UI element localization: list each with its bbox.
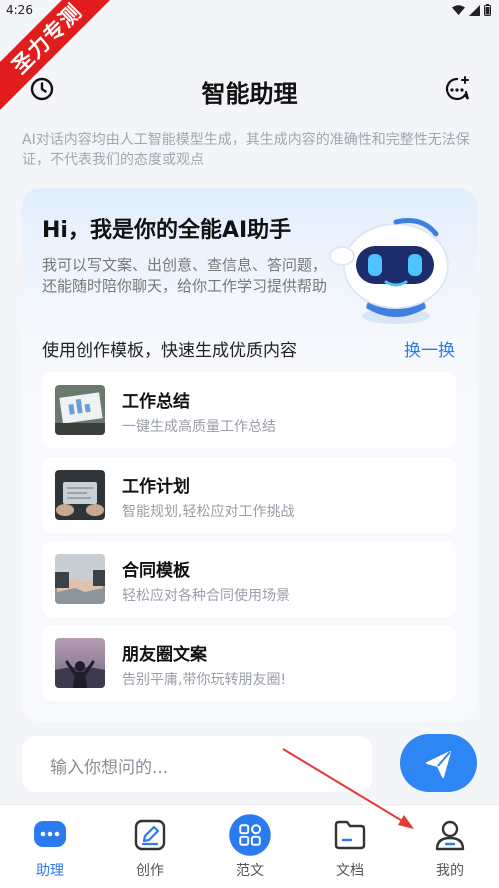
template-item-work-summary[interactable]: 工作总结 一键生成高质量工作总结	[42, 372, 456, 448]
template-title: 朋友圈文案	[122, 645, 207, 665]
paper-plane-icon	[426, 751, 451, 778]
new-chat-button[interactable]	[443, 75, 471, 103]
refresh-templates-button[interactable]: 换一换	[404, 336, 455, 361]
ai-disclaimer: AI对话内容均由人工智能模型生成，其生成内容的准确性和完整性无法保证，不代表我们…	[22, 132, 470, 168]
nav-label: 我的	[436, 863, 464, 879]
user-icon	[435, 820, 465, 851]
status-icons	[452, 4, 491, 16]
template-thumbnail	[55, 554, 105, 604]
folder-icon	[334, 820, 366, 850]
template-thumbnail	[55, 470, 105, 520]
nav-label: 范文	[236, 863, 264, 879]
nav-item-documents[interactable]: 文档	[300, 805, 400, 888]
chat-bubble-icon	[34, 821, 66, 847]
nav-label: 助理	[36, 863, 64, 879]
template-section-header: 使用创作模板，快速生成优质内容	[42, 341, 297, 361]
template-thumbnail	[55, 385, 105, 435]
bottom-nav: 助理 创作 范文 文档 我的	[0, 804, 499, 888]
assistant-card: Hi，我是你的全能AI助手 我可以写文案、出创意、查信息、答问题，还能随时陪你聊…	[22, 188, 477, 722]
signal-icon	[469, 4, 480, 16]
nav-item-samples[interactable]: 范文	[200, 805, 300, 888]
battery-icon	[484, 4, 491, 16]
chat-input[interactable]: 输入你想问的...	[22, 736, 372, 792]
sunset-silhouette-image	[55, 638, 105, 688]
wifi-icon	[452, 4, 465, 15]
header: 智能助理	[0, 66, 499, 112]
chat-input-area: 输入你想问的...	[0, 722, 499, 804]
nav-label: 文档	[336, 863, 364, 879]
template-title: 工作计划	[122, 477, 190, 497]
nav-item-assistant[interactable]: 助理	[0, 805, 100, 888]
template-subtitle: 轻松应对各种合同使用场景	[122, 588, 290, 604]
template-subtitle: 告别平庸,带你玩转朋友圈!	[122, 672, 287, 688]
page-title: 智能助理	[201, 80, 298, 108]
intro-title: Hi，我是你的全能AI助手	[42, 218, 292, 243]
template-item-contract[interactable]: 合同模板 轻松应对各种合同使用场景	[42, 541, 456, 617]
template-subtitle: 智能规划,轻松应对工作挑战	[122, 504, 295, 520]
status-time: 4:26	[6, 3, 33, 17]
laptop-chart-image	[55, 385, 105, 435]
intro-description: 我可以写文案、出创意、查信息、答问题，还能随时陪你聊天，给你工作学习提供帮助	[42, 256, 328, 295]
template-thumbnail	[55, 638, 105, 688]
handshake-image	[55, 554, 105, 604]
template-item-work-plan[interactable]: 工作计划 智能规划,轻松应对工作挑战	[42, 457, 456, 533]
template-title: 工作总结	[122, 392, 190, 412]
nav-item-profile[interactable]: 我的	[400, 805, 499, 888]
robot-mascot-icon	[329, 218, 449, 324]
send-button[interactable]	[400, 734, 477, 792]
template-item-moments-copy[interactable]: 朋友圈文案 告别平庸,带你玩转朋友圈!	[42, 625, 456, 701]
template-subtitle: 一键生成高质量工作总结	[122, 419, 276, 435]
grid-apps-icon	[229, 814, 271, 856]
tablet-hands-image	[55, 470, 105, 520]
template-title: 合同模板	[122, 561, 190, 581]
chat-input-placeholder: 输入你想问的...	[50, 758, 169, 778]
nav-label: 创作	[136, 863, 164, 879]
nav-item-create[interactable]: 创作	[100, 805, 200, 888]
edit-pen-icon	[134, 819, 166, 851]
chat-plus-icon	[445, 76, 470, 101]
